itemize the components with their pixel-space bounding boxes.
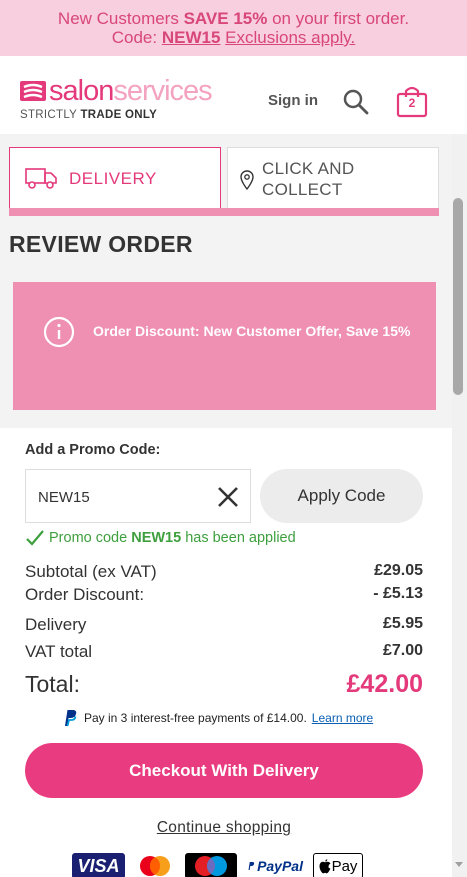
discount-value: - £5.13 bbox=[373, 585, 423, 602]
subtotal-row: Subtotal (ex VAT) £29.05 bbox=[25, 562, 423, 582]
info-icon bbox=[43, 316, 75, 348]
fulfilment-tabs: DELIVERY CLICK AND COLLECT bbox=[9, 147, 439, 209]
discount-label: Order Discount: bbox=[25, 585, 145, 604]
site-header: salonservices STRICTLY TRADE ONLY Sign i… bbox=[0, 56, 467, 134]
total-label: Total: bbox=[25, 671, 80, 697]
logo-mark-icon bbox=[20, 81, 46, 101]
location-pin-icon bbox=[240, 170, 254, 190]
continue-shopping-link[interactable]: Continue shopping bbox=[0, 819, 448, 837]
scrollbar-thumb[interactable] bbox=[453, 198, 463, 395]
promo-banner: New Customers SAVE 15% on your first ord… bbox=[0, 0, 467, 56]
delivery-label: Delivery bbox=[25, 615, 87, 634]
scroll-down-arrow-icon[interactable] bbox=[455, 862, 463, 867]
payment-logos: VISA PayPal Pay bbox=[72, 853, 373, 877]
truck-icon bbox=[25, 168, 57, 189]
total-value: £42.00 bbox=[346, 670, 423, 698]
paypal-pay-in-3: Pay in 3 interest-free payments of £14.0… bbox=[62, 709, 373, 727]
promo-code-input[interactable] bbox=[38, 486, 208, 508]
tab-click-and-collect[interactable]: CLICK AND COLLECT bbox=[227, 147, 439, 209]
subtotal-value: £29.05 bbox=[374, 562, 423, 579]
checkout-button[interactable]: Checkout With Delivery bbox=[25, 743, 423, 798]
tab-delivery[interactable]: DELIVERY bbox=[9, 147, 221, 209]
paypal-text: Pay in 3 interest-free payments of £14.0… bbox=[84, 711, 307, 725]
vat-row: VAT total £7.00 bbox=[25, 642, 423, 662]
vat-value: £7.00 bbox=[382, 642, 423, 659]
sign-in-link[interactable]: Sign in bbox=[268, 92, 318, 109]
salonservices-logo[interactable]: salonservices bbox=[20, 76, 213, 106]
paypal-icon bbox=[65, 710, 77, 727]
promo-banner-line2: Code: NEW15 Exclusions apply. bbox=[111, 28, 356, 47]
check-icon bbox=[26, 530, 44, 546]
tab-collect-label: CLICK AND COLLECT bbox=[262, 159, 355, 199]
tab-underline bbox=[9, 208, 439, 216]
promo-applied-message: Promo code NEW15 has been applied bbox=[25, 529, 296, 547]
apple-pay-logo: Pay bbox=[313, 853, 363, 877]
basket-count-badge: 2 bbox=[408, 96, 416, 110]
mastercard-logo bbox=[135, 853, 175, 877]
tagline: STRICTLY TRADE ONLY bbox=[20, 109, 158, 121]
discount-notice-text: Order Discount: New Customer Offer, Save… bbox=[93, 323, 411, 339]
delivery-row: Delivery £5.95 bbox=[25, 615, 423, 635]
exclusions-link[interactable]: Exclusions apply. bbox=[225, 28, 355, 47]
maestro-logo bbox=[185, 853, 237, 877]
vat-label: VAT total bbox=[25, 642, 93, 661]
tab-delivery-label: DELIVERY bbox=[69, 169, 157, 188]
apply-code-button[interactable]: Apply Code bbox=[260, 469, 423, 523]
page-title: REVIEW ORDER bbox=[9, 231, 193, 257]
clear-icon[interactable] bbox=[216, 485, 240, 509]
visa-logo: VISA bbox=[72, 853, 125, 877]
learn-more-link[interactable]: Learn more bbox=[312, 711, 373, 725]
discount-row: Order Discount: - £5.13 bbox=[25, 585, 423, 605]
discount-notice: Order Discount: New Customer Offer, Save… bbox=[13, 282, 436, 410]
delivery-value: £5.95 bbox=[382, 615, 423, 632]
search-icon[interactable] bbox=[343, 89, 369, 115]
promo-banner-line1: New Customers SAVE 15% on your first ord… bbox=[57, 9, 410, 28]
promo-code-label: Add a Promo Code: bbox=[25, 442, 161, 458]
total-row: Total: £42.00 bbox=[25, 670, 423, 699]
basket-button[interactable]: 2 bbox=[395, 84, 429, 118]
paypal-logo: PayPal bbox=[247, 853, 303, 877]
promo-code-field bbox=[25, 469, 251, 523]
subtotal-label: Subtotal (ex VAT) bbox=[25, 562, 157, 581]
